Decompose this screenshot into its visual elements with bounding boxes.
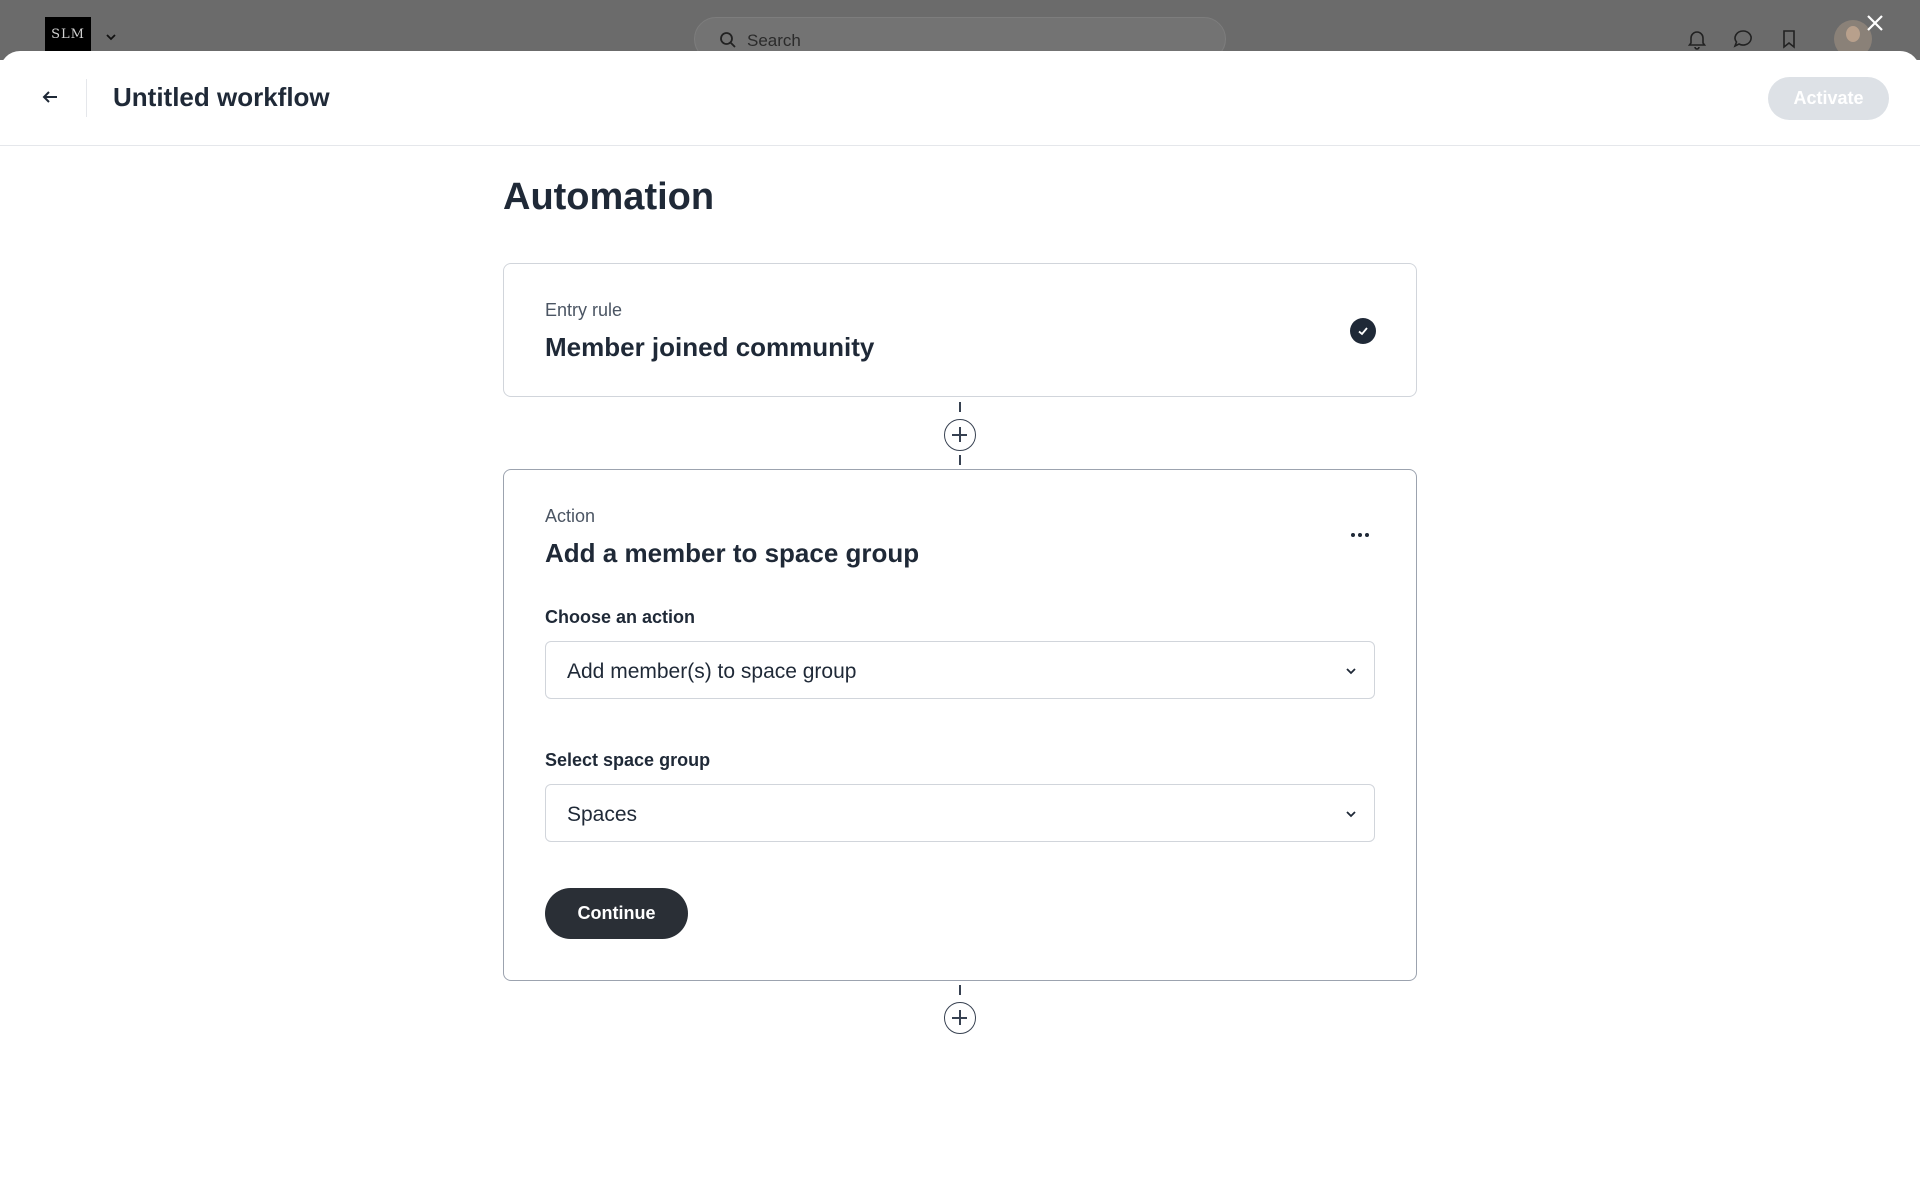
chevron-down-icon <box>106 34 116 41</box>
space-group-value: Spaces <box>567 803 638 826</box>
choose-action-select[interactable]: Add member(s) to space group <box>545 641 1375 699</box>
search-icon <box>720 32 736 48</box>
entry-rule-card[interactable]: Entry rule Member joined community <box>503 263 1417 397</box>
chat-icon <box>1733 30 1752 48</box>
bell-icon <box>1687 31 1707 50</box>
search-placeholder: Search <box>747 31 801 50</box>
action-card: Action Add a member to space group Choos… <box>503 469 1417 981</box>
page-title: Automation <box>503 176 715 218</box>
close-icon[interactable] <box>1864 12 1886 34</box>
community-logo: SLM <box>45 17 91 51</box>
continue-button[interactable]: Continue <box>545 888 688 939</box>
connector-line <box>959 985 961 995</box>
choose-action-value: Add member(s) to space group <box>567 660 857 683</box>
activate-button[interactable]: Activate <box>1768 77 1889 120</box>
entry-rule-kicker: Entry rule <box>545 300 623 320</box>
space-group-label: Select space group <box>545 750 711 770</box>
connector-line <box>959 455 961 465</box>
workflow-title[interactable]: Untitled workflow <box>113 82 330 113</box>
chevron-down-icon <box>1346 668 1356 675</box>
header-divider <box>86 79 87 117</box>
action-kicker: Action <box>545 506 596 526</box>
choose-action-label: Choose an action <box>545 607 696 627</box>
bookmark-icon <box>1783 30 1795 49</box>
entry-rule-title: Member joined community <box>545 332 875 362</box>
space-group-select[interactable]: Spaces <box>545 784 1375 842</box>
back-arrow-icon[interactable] <box>38 85 62 109</box>
action-title: Add a member to space group <box>545 538 920 568</box>
connector-line <box>959 402 961 412</box>
workflow-header: Untitled workflow Activate <box>0 51 1920 146</box>
chevron-down-icon <box>1346 811 1356 818</box>
more-options-button[interactable] <box>1342 523 1378 547</box>
workflow-editor-sheet: Untitled workflow Activate Automation En… <box>0 51 1920 1200</box>
add-step-button[interactable] <box>944 1002 976 1034</box>
check-circle-icon <box>1350 318 1376 344</box>
add-step-button[interactable] <box>944 419 976 451</box>
